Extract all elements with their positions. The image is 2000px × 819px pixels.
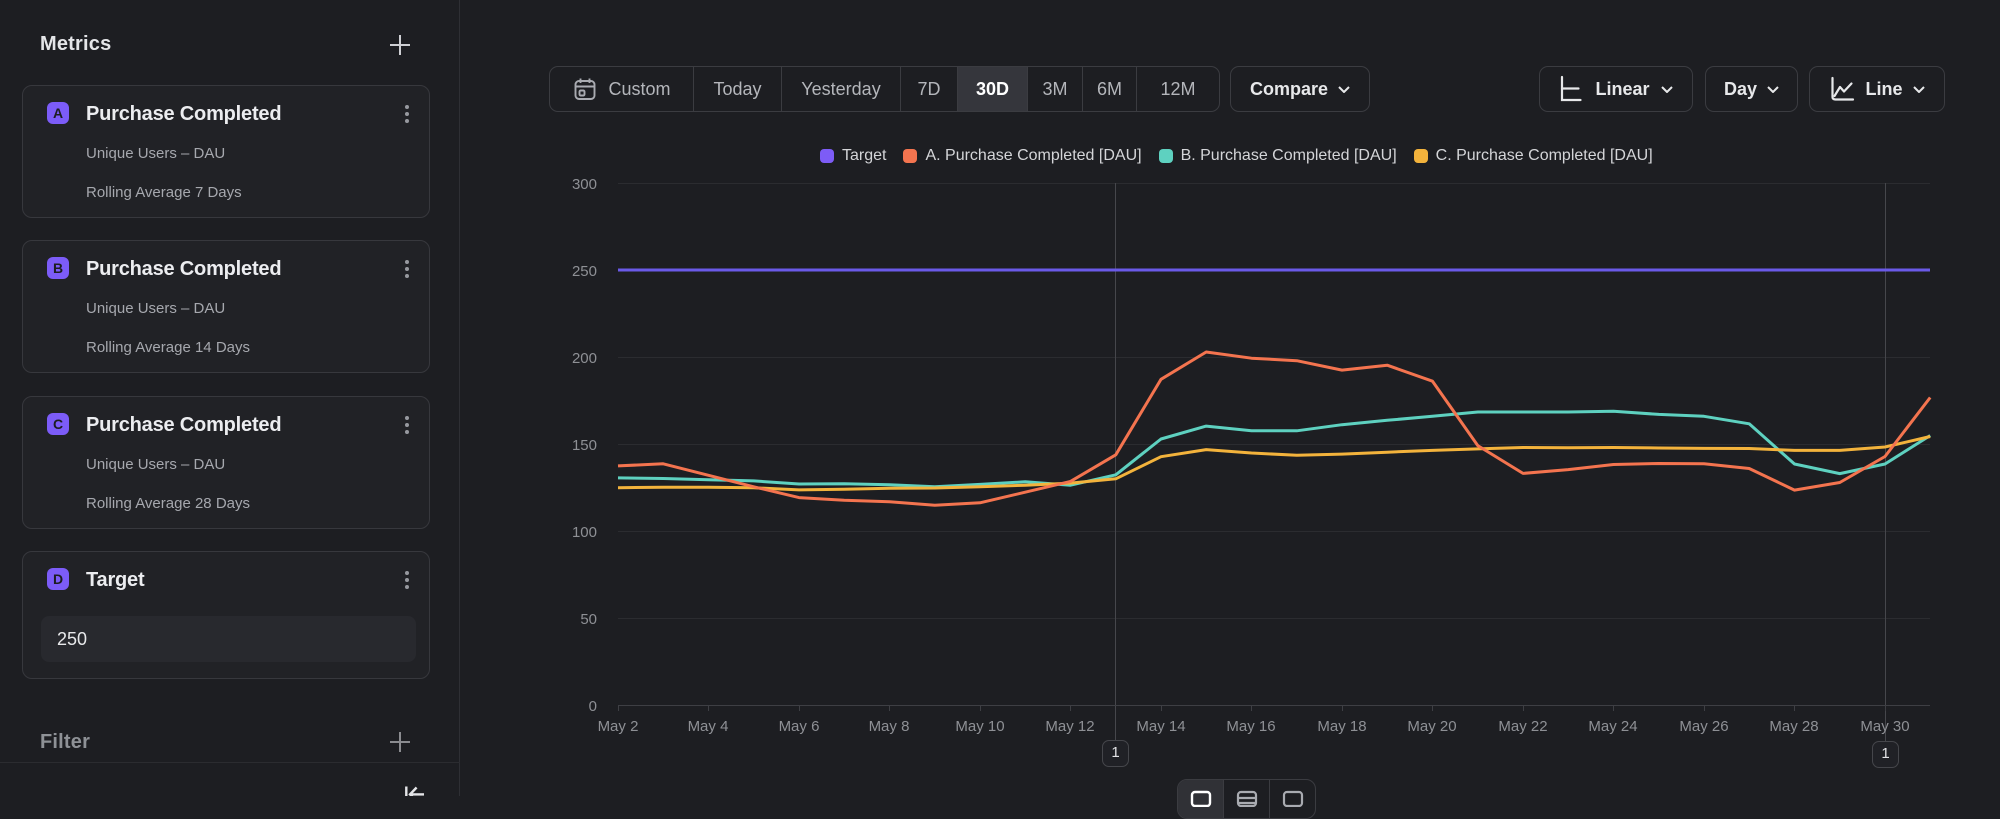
svg-text:May 18: May 18 xyxy=(1317,718,1366,735)
svg-text:150: 150 xyxy=(572,437,597,454)
svg-text:0: 0 xyxy=(589,698,597,715)
svg-text:May 4: May 4 xyxy=(688,718,729,735)
svg-text:200: 200 xyxy=(572,350,597,367)
svg-text:May 22: May 22 xyxy=(1498,718,1547,735)
svg-text:May 8: May 8 xyxy=(869,718,910,735)
svg-text:May 28: May 28 xyxy=(1769,718,1818,735)
svg-text:100: 100 xyxy=(572,524,597,541)
svg-text:May 14: May 14 xyxy=(1136,718,1185,735)
svg-text:May 2: May 2 xyxy=(598,718,639,735)
svg-text:May 12: May 12 xyxy=(1045,718,1094,735)
svg-text:May 26: May 26 xyxy=(1679,718,1728,735)
svg-text:300: 300 xyxy=(572,176,597,193)
svg-text:May 20: May 20 xyxy=(1407,718,1456,735)
svg-text:May 30: May 30 xyxy=(1860,718,1909,735)
svg-text:May 24: May 24 xyxy=(1588,718,1637,735)
svg-text:250: 250 xyxy=(572,263,597,280)
svg-text:50: 50 xyxy=(580,611,597,628)
svg-text:May 6: May 6 xyxy=(779,718,820,735)
svg-text:May 16: May 16 xyxy=(1226,718,1275,735)
svg-text:May 10: May 10 xyxy=(955,718,1004,735)
